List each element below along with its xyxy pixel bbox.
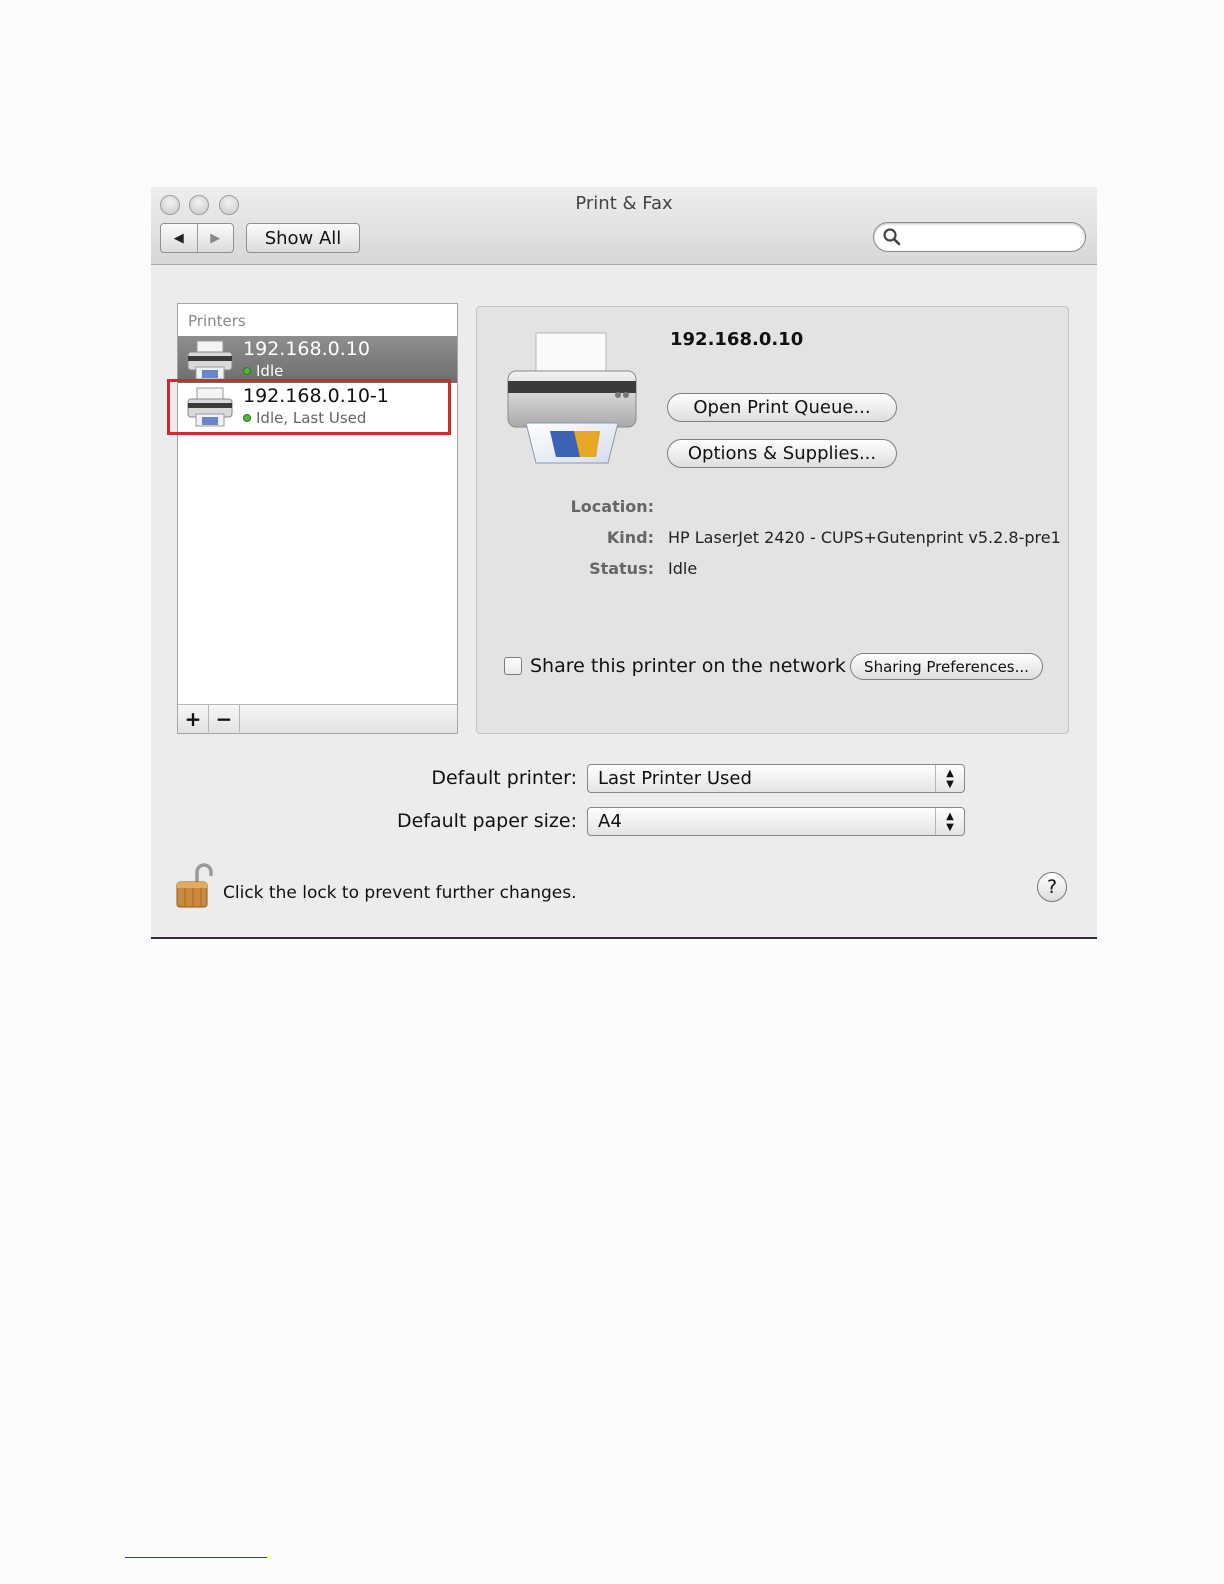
default-printer-select[interactable]: Last Printer Used ▲ ▼ bbox=[587, 764, 965, 793]
unlocked-padlock-icon[interactable] bbox=[175, 863, 215, 909]
back-arrow-icon: ◀ bbox=[173, 230, 184, 246]
back-forward-group: ◀ ▶ bbox=[160, 223, 234, 253]
title-bar: Print & Fax ◀ ▶ Show All bbox=[151, 187, 1097, 265]
printer-icon bbox=[187, 340, 233, 380]
status-dot-icon bbox=[243, 367, 251, 375]
show-all-button[interactable]: Show All bbox=[246, 223, 360, 253]
printer-list-toolbar: + − bbox=[178, 704, 457, 733]
lock-message: Click the lock to prevent further change… bbox=[223, 883, 577, 903]
printer-name: 192.168.0.10 bbox=[243, 338, 370, 360]
kind-value: HP LaserJet 2420 - CUPS+Gutenprint v5.2.… bbox=[668, 528, 1061, 547]
highlight-box bbox=[167, 379, 451, 435]
status-value: Idle bbox=[668, 559, 698, 578]
printer-status-text: Idle bbox=[256, 362, 284, 380]
options-supplies-button[interactable]: Options & Supplies... bbox=[667, 439, 897, 468]
print-fax-window: Print & Fax ◀ ▶ Show All Printers 192.16… bbox=[151, 187, 1097, 939]
window-title: Print & Fax bbox=[575, 193, 673, 214]
default-paper-size-select[interactable]: A4 ▲ ▼ bbox=[587, 807, 965, 836]
kind-label: Kind: bbox=[606, 528, 654, 547]
open-print-queue-button[interactable]: Open Print Queue... bbox=[667, 393, 897, 422]
search-icon bbox=[883, 228, 901, 246]
default-printer-value: Last Printer Used bbox=[598, 768, 752, 789]
default-printer-label: Default printer: bbox=[431, 767, 577, 789]
status-label: Status: bbox=[589, 559, 654, 578]
share-printer-checkbox[interactable] bbox=[504, 657, 522, 675]
stepper-arrows-icon: ▲ ▼ bbox=[935, 808, 964, 835]
printer-list-item[interactable]: 192.168.0.10 Idle bbox=[178, 336, 457, 383]
printer-status: Idle bbox=[243, 362, 283, 380]
forward-button[interactable]: ▶ bbox=[196, 224, 234, 252]
printer-list: Printers 192.168.0.10 Idle 192.168.0.10-… bbox=[177, 303, 458, 734]
sharing-preferences-button[interactable]: Sharing Preferences... bbox=[850, 653, 1043, 680]
location-label: Location: bbox=[570, 497, 654, 516]
footer-link-underline bbox=[125, 1557, 267, 1558]
large-printer-icon bbox=[507, 332, 637, 464]
stepper-arrows-icon: ▲ ▼ bbox=[935, 765, 964, 792]
default-paper-size-label: Default paper size: bbox=[396, 810, 577, 832]
printer-list-header: Printers bbox=[188, 312, 246, 330]
printer-detail-panel: 192.168.0.10 Open Print Queue... Options… bbox=[476, 306, 1069, 734]
default-paper-size-value: A4 bbox=[598, 811, 622, 832]
forward-arrow-icon: ▶ bbox=[210, 230, 221, 246]
search-input[interactable] bbox=[906, 226, 1080, 250]
back-button[interactable]: ◀ bbox=[161, 224, 197, 252]
remove-printer-button[interactable]: − bbox=[209, 705, 240, 732]
share-printer-label: Share this printer on the network bbox=[530, 655, 846, 677]
help-button[interactable]: ? bbox=[1037, 872, 1067, 902]
selected-printer-name: 192.168.0.10 bbox=[670, 329, 804, 350]
add-printer-button[interactable]: + bbox=[178, 705, 209, 732]
search-field[interactable] bbox=[873, 222, 1086, 252]
share-printer-option[interactable]: Share this printer on the network bbox=[504, 655, 846, 677]
